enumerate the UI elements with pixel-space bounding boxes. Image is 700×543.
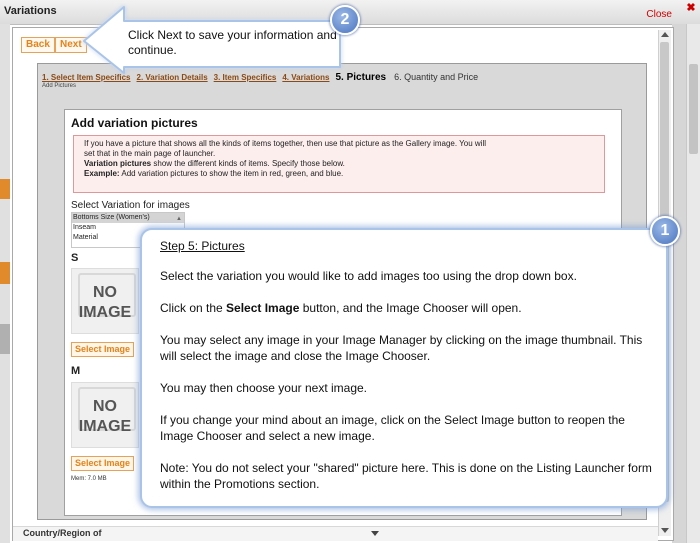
info-line-4: Example: Add variation pictures to show … bbox=[84, 169, 344, 178]
no-image-placeholder: NO IMAGE bbox=[71, 382, 139, 448]
info-box: If you have a picture that shows all the… bbox=[73, 135, 605, 193]
callout-p1: Select the variation you would like to a… bbox=[160, 269, 577, 283]
chevron-down-icon[interactable] bbox=[371, 531, 379, 536]
scroll-down-icon[interactable] bbox=[661, 528, 669, 533]
close-link[interactable]: Close bbox=[646, 9, 672, 20]
country-field-row: Country/Region of bbox=[13, 526, 658, 541]
window-title: Variations bbox=[4, 5, 57, 17]
variation-label-s: S bbox=[71, 252, 79, 264]
outer-scrollbar[interactable] bbox=[686, 24, 700, 543]
outer-scroll-thumb[interactable] bbox=[689, 64, 698, 154]
info-line-3: Variation pictures show the different ki… bbox=[84, 159, 345, 168]
scroll-up-icon[interactable] bbox=[661, 32, 669, 37]
info-line-1: If you have a picture that shows all the… bbox=[84, 139, 487, 148]
variation-label-m: M bbox=[71, 365, 81, 377]
next-step-label: 6. Quantity and Price bbox=[394, 72, 479, 82]
background-page-left bbox=[0, 24, 10, 543]
callout-p4: You may then choose your next image. bbox=[160, 381, 368, 395]
arrow-callout-text: Click Next to save your information and … bbox=[128, 28, 337, 57]
panel-title: Add variation pictures bbox=[71, 116, 198, 130]
country-field-label: Country/Region of bbox=[23, 528, 102, 538]
select-variation-label: Select Variation for images bbox=[71, 200, 190, 211]
close-icon[interactable]: ✖ bbox=[685, 2, 697, 14]
select-image-button[interactable]: Select Image bbox=[71, 456, 135, 471]
back-button[interactable]: Back bbox=[21, 37, 55, 53]
scroll-up-icon[interactable]: ▲ bbox=[176, 216, 182, 222]
callout-p5: If you change your mind about an image, … bbox=[160, 413, 625, 443]
callout-p3: You may select any image in your Image M… bbox=[160, 333, 643, 363]
select-image-button[interactable]: Select Image bbox=[71, 342, 135, 357]
no-image-placeholder: NO IMAGE bbox=[71, 268, 139, 334]
substep-label: Add Pictures bbox=[42, 83, 77, 89]
step-callout: Step 5: Pictures Select the variation yo… bbox=[140, 228, 668, 508]
info-line-2: set that in the main page of launcher. bbox=[84, 149, 216, 158]
memory-readout: Mem: 7.0 MB bbox=[71, 476, 107, 482]
listbox-option[interactable]: Bottoms Size (Women's) bbox=[72, 213, 184, 223]
callout-p2: Click on the Select Image button, and th… bbox=[160, 301, 522, 315]
step-badge-1: 1 bbox=[650, 216, 680, 246]
callout-p6: Note: You do not select your "shared" pi… bbox=[160, 461, 652, 491]
callout-heading: Step 5: Pictures bbox=[160, 239, 245, 253]
step-badge-2: 2 bbox=[330, 5, 360, 35]
